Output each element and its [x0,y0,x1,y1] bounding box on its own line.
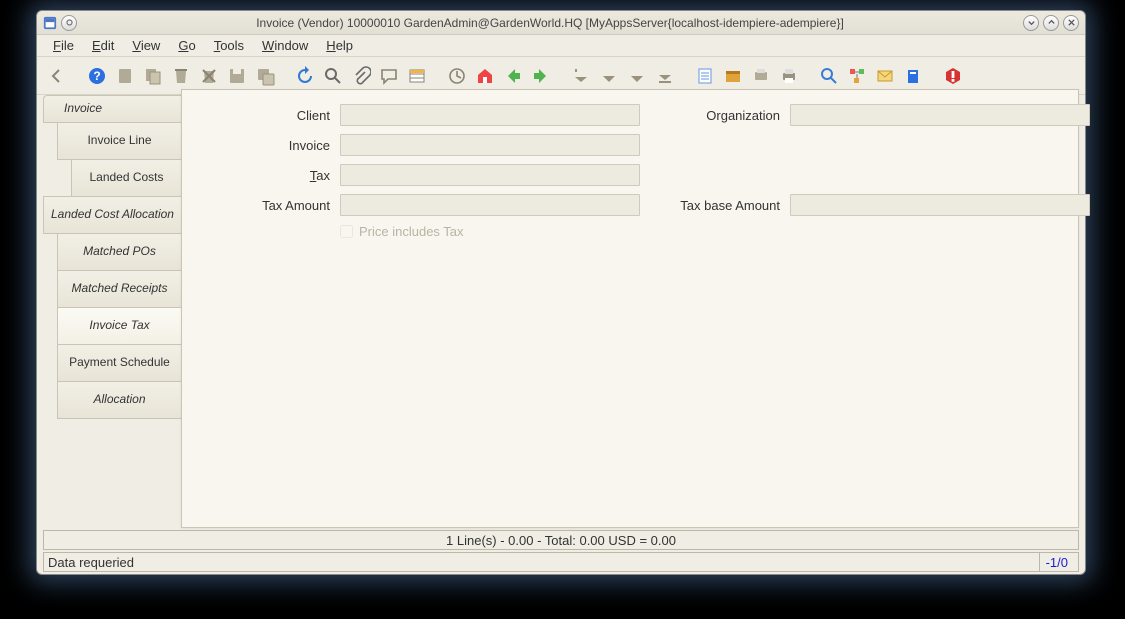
label-tax-base-amount: Tax base Amount [650,198,780,213]
print-preview-button[interactable] [749,64,773,88]
tab-landed-costs[interactable]: Landed Costs [71,159,181,197]
menu-tools[interactable]: Tools [206,36,252,55]
save-button[interactable] [225,64,249,88]
menu-help[interactable]: Help [318,36,361,55]
maximize-button[interactable] [1043,15,1059,31]
copy-button[interactable] [141,64,165,88]
window-pin-icon[interactable] [61,15,77,31]
delete-selected-button[interactable] [197,64,221,88]
tab-invoice-tax[interactable]: Invoice Tax [57,307,181,345]
menu-window[interactable]: Window [254,36,316,55]
window-title: Invoice (Vendor) 10000010 GardenAdmin@Ga… [77,16,1023,30]
label-organization: Organization [650,108,780,123]
field-organization[interactable] [790,104,1090,126]
status-record-count[interactable]: -1/0 [1039,553,1074,571]
minimize-button[interactable] [1023,15,1039,31]
archive-button[interactable] [721,64,745,88]
status-bar: Data requeried -1/0 [43,552,1079,572]
report-button[interactable] [693,64,717,88]
exit-button[interactable] [941,64,965,88]
back-button[interactable] [501,64,525,88]
product-info-button[interactable] [901,64,925,88]
last-button[interactable] [653,64,677,88]
label-tax: Tax [200,168,330,183]
workflow-button[interactable] [845,64,869,88]
content-area: Invoice Invoice Line Landed Costs Landed… [43,95,1079,528]
attachment-button[interactable] [349,64,373,88]
first-button[interactable] [569,64,593,88]
app-window: Invoice (Vendor) 10000010 GardenAdmin@Ga… [36,10,1086,575]
help-button[interactable]: ? [85,64,109,88]
app-menu-icon[interactable] [43,16,57,30]
delete-button[interactable] [169,64,193,88]
label-tax-amount: Tax Amount [200,198,330,213]
save-new-button[interactable] [253,64,277,88]
prev-button[interactable] [597,64,621,88]
new-button[interactable] [113,64,137,88]
label-price-includes-tax: Price includes Tax [359,224,464,239]
titlebar: Invoice (Vendor) 10000010 GardenAdmin@Ga… [37,11,1085,35]
forward-button[interactable] [529,64,553,88]
label-invoice: Invoice [200,138,330,153]
menu-view[interactable]: View [124,36,168,55]
tab-column: Invoice Invoice Line Landed Costs Landed… [43,95,181,528]
field-tax-amount[interactable] [340,194,640,216]
menubar: File Edit View Go Tools Window Help [37,35,1085,57]
tab-payment-schedule[interactable]: Payment Schedule [57,344,181,382]
tab-invoice[interactable]: Invoice [43,95,181,123]
field-tax[interactable] [340,164,640,186]
chat-button[interactable] [377,64,401,88]
menu-edit[interactable]: Edit [84,36,122,55]
status-message: Data requeried [48,555,1039,570]
form-panel: Client Organization Invoice Tax Tax Amou… [181,89,1079,528]
field-tax-base-amount[interactable] [790,194,1090,216]
history-button[interactable] [445,64,469,88]
field-client[interactable] [340,104,640,126]
menu-go[interactable]: Go [170,36,203,55]
zoom-across-button[interactable] [817,64,841,88]
find-button[interactable] [321,64,345,88]
menu-file[interactable]: File [45,36,82,55]
tab-matched-pos[interactable]: Matched POs [57,233,181,271]
row-price-includes-tax: Price includes Tax [340,224,1090,239]
tab-matched-receipts[interactable]: Matched Receipts [57,270,181,308]
refresh-button[interactable] [293,64,317,88]
tab-allocation[interactable]: Allocation [57,381,181,419]
next-button[interactable] [625,64,649,88]
print-button[interactable] [777,64,801,88]
summary-bar: 1 Line(s) - 0.00 - Total: 0.00 USD = 0.0… [43,530,1079,550]
request-button[interactable] [873,64,897,88]
tab-invoice-line[interactable]: Invoice Line [57,122,181,160]
label-client: Client [200,108,330,123]
tab-landed-cost-allocation[interactable]: Landed Cost Allocation [43,196,181,234]
checkbox-price-includes-tax [340,225,353,238]
undo-button[interactable] [45,64,69,88]
home-button[interactable] [473,64,497,88]
summary-text: 1 Line(s) - 0.00 - Total: 0.00 USD = 0.0… [446,533,676,548]
field-invoice[interactable] [340,134,640,156]
gridtoggle-button[interactable] [405,64,429,88]
close-button[interactable] [1063,15,1079,31]
svg-text:?: ? [93,69,100,83]
